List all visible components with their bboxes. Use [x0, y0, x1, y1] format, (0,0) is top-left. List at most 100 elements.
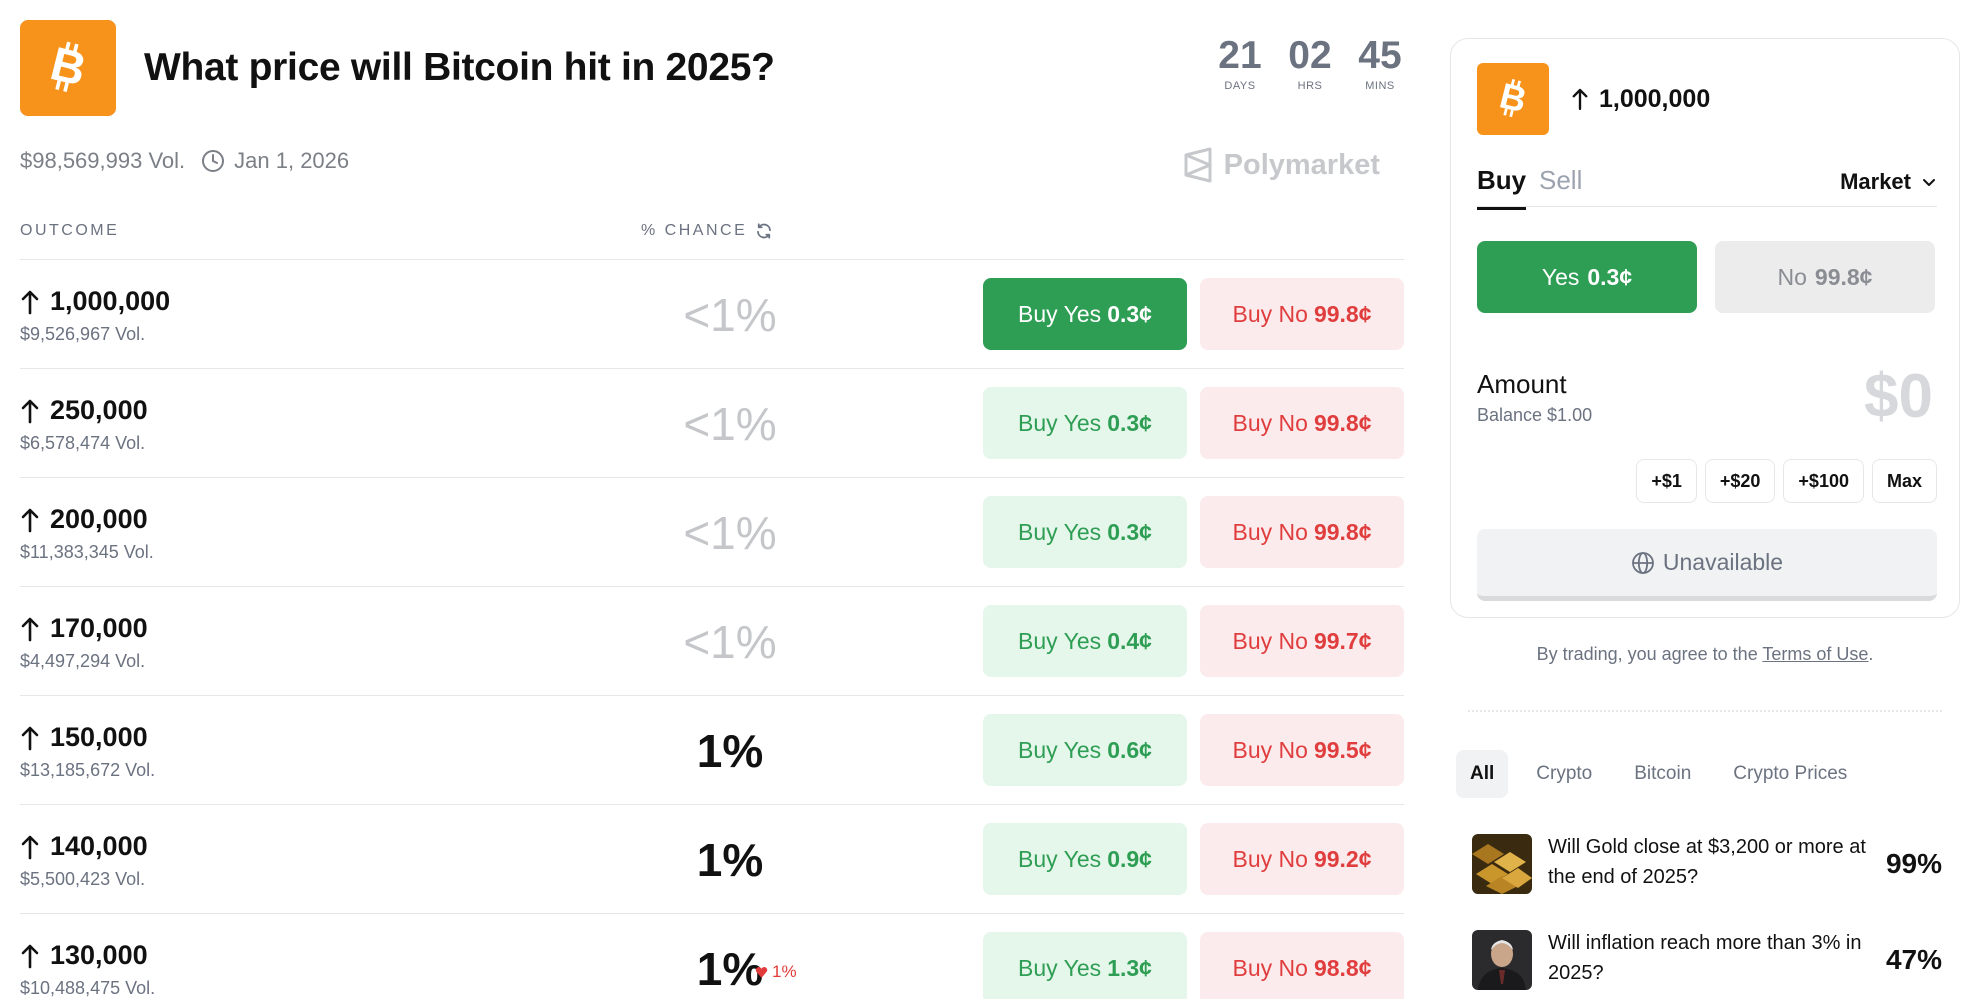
outcome-volume: $9,526,967 Vol. [20, 324, 146, 344]
buy-yes-price: 0.3¢ [1107, 518, 1152, 545]
outcome-chance: <1% [683, 398, 777, 450]
arrow-up-icon [21, 290, 39, 314]
outcome-volume: $10,488,475 Vol. [20, 978, 156, 998]
table-row[interactable]: 1,000,000 $9,526,967 Vol. <1% Buy Yes 0.3… [20, 259, 1404, 368]
table-row[interactable]: 130,000 $10,488,475 Vol. 1% 1% Buy Yes 1.… [20, 913, 1404, 999]
buy-no-price: 98.8¢ [1313, 954, 1372, 981]
terms-prefix: By trading, you agree to the [1536, 644, 1763, 664]
order-type-dropdown[interactable]: Market [1840, 169, 1937, 195]
buy-no-price: 99.8¢ [1313, 300, 1372, 327]
buy-no-button[interactable]: Buy No 99.8¢ [1200, 496, 1404, 568]
countdown-mins-label: MINS [1365, 80, 1395, 92]
outcome-name: 250,000 [20, 395, 148, 426]
buy-no-label: Buy No [1232, 736, 1308, 763]
buy-yes-label: Buy Yes [1018, 954, 1102, 981]
related-market-chance: 47% [1885, 944, 1942, 975]
countdown-days-label: DAYS [1224, 80, 1256, 92]
filter-crypto-prices[interactable]: Crypto Prices [1719, 750, 1861, 798]
buy-no-label: Buy No [1232, 300, 1308, 327]
tab-buy[interactable]: Buy [1477, 165, 1527, 210]
bitcoin-logo: B [20, 20, 116, 116]
tab-sell[interactable]: Sell [1539, 165, 1582, 196]
countdown-days: 21 DAYS [1216, 36, 1264, 93]
clock-icon [202, 150, 225, 172]
buy-yes-label: Buy Yes [1018, 300, 1102, 327]
add-20-button[interactable]: +$20 [1704, 459, 1776, 503]
table-row[interactable]: 140,000 $5,500,423 Vol. 1% Buy Yes 0.9¢ B… [20, 804, 1404, 913]
market-panel: B What price will Bitcoin hit in 2025? 2… [20, 0, 1404, 999]
buy-yes-button[interactable]: Buy Yes 1.3¢ [983, 932, 1187, 999]
terms-of-use-link[interactable]: Terms of Use [1762, 644, 1868, 664]
table-row[interactable]: 250,000 $6,578,474 Vol. <1% Buy Yes 0.3¢ … [20, 368, 1404, 477]
buy-yes-button[interactable]: Buy Yes 0.6¢ [983, 714, 1187, 786]
trade-card-header: B 1,000,000 [1477, 63, 1710, 135]
buy-yes-button[interactable]: Buy Yes 0.3¢ [983, 387, 1187, 459]
buy-yes-price: 0.6¢ [1107, 736, 1152, 763]
buy-no-button[interactable]: Buy No 99.7¢ [1200, 605, 1404, 677]
column-chance-label: % CHANCE [641, 222, 748, 239]
buy-yes-price: 0.4¢ [1107, 627, 1152, 654]
buy-no-label: Buy No [1232, 845, 1308, 872]
amount-input[interactable]: $0 [1864, 361, 1933, 432]
buy-no-button[interactable]: Buy No 99.8¢ [1200, 278, 1404, 350]
outcome-chance: <1% [683, 289, 777, 341]
outcome-chance: <1% [683, 616, 777, 668]
polymarket-brand[interactable]: Polymarket [1182, 147, 1380, 183]
buy-yes-price: 0.9¢ [1107, 845, 1152, 872]
countdown-mins-value: 45 [1358, 34, 1402, 77]
outcome-label: 140,000 [50, 831, 148, 861]
outcome-label: 130,000 [50, 940, 148, 970]
arrow-up-icon [21, 508, 39, 532]
refresh-icon[interactable] [755, 222, 773, 240]
market-end-date: Jan 1, 2026 [234, 148, 350, 173]
outcome-volume: $5,500,423 Vol. [20, 869, 146, 889]
terms-suffix: . [1868, 644, 1874, 664]
filter-crypto[interactable]: Crypto [1522, 750, 1606, 798]
buy-no-label: Buy No [1232, 627, 1308, 654]
outcome-label: 250,000 [50, 395, 148, 425]
buy-yes-button[interactable]: Buy Yes 0.3¢ [983, 496, 1187, 568]
add-100-button[interactable]: +$100 [1783, 459, 1864, 503]
no-toggle-price: 99.8¢ [1814, 263, 1873, 290]
buy-no-price: 99.7¢ [1313, 627, 1372, 654]
market-meta: $98,569,993 Vol. Jan 1, 2026 [20, 148, 349, 174]
unavailable-button[interactable]: Unavailable [1477, 529, 1937, 601]
terms-notice: By trading, you agree to the Terms of Us… [1450, 644, 1960, 665]
bitcoin-logo-small: B [1477, 63, 1549, 135]
buy-no-button[interactable]: Buy No 98.8¢ [1200, 932, 1404, 999]
trade-tabs: Buy Sell Market [1477, 159, 1937, 210]
related-market-title: Will inflation reach more than 3% in 202… [1548, 932, 1862, 984]
outcome-label: 150,000 [50, 722, 148, 752]
table-row[interactable]: 150,000 $13,185,672 Vol. 1% Buy Yes 0.6¢ … [20, 695, 1404, 804]
related-market-item[interactable]: Will inflation reach more than 3% in 202… [1472, 922, 1942, 994]
filter-all[interactable]: All [1456, 750, 1509, 798]
table-row[interactable]: 200,000 $11,383,345 Vol. <1% Buy Yes 0.3¢… [20, 477, 1404, 586]
countdown-mins: 45 MINS [1356, 34, 1404, 93]
table-row[interactable]: 170,000 $4,497,294 Vol. <1% Buy Yes 0.4¢ … [20, 586, 1404, 695]
no-toggle-button[interactable]: No 99.8¢ [1715, 241, 1935, 313]
add-1-button[interactable]: +$1 [1636, 459, 1697, 503]
max-button[interactable]: Max [1871, 459, 1937, 503]
trade-card: B 1,000,000 Buy Sell Market Yes 0.3¢ No 99… [1450, 38, 1960, 618]
buy-no-button[interactable]: Buy No 99.5¢ [1200, 714, 1404, 786]
buy-no-price: 99.8¢ [1313, 518, 1372, 545]
chance-change-value: 1% [772, 962, 797, 981]
related-market-item[interactable]: Will Gold close at $3,200 or more at the… [1472, 826, 1942, 898]
quick-amount-buttons: +$1 +$20 +$100 Max [1636, 459, 1937, 503]
buy-no-button[interactable]: Buy No 99.8¢ [1200, 387, 1404, 459]
buy-yes-button[interactable]: Buy Yes 0.9¢ [983, 823, 1187, 895]
buy-no-button[interactable]: Buy No 99.2¢ [1200, 823, 1404, 895]
filter-bitcoin[interactable]: Bitcoin [1620, 750, 1705, 798]
column-chance[interactable]: % CHANCE [641, 222, 773, 240]
buy-yes-button[interactable]: Buy Yes 0.4¢ [983, 605, 1187, 677]
yes-toggle-button[interactable]: Yes 0.3¢ [1477, 241, 1697, 313]
outcome-volume: $4,497,294 Vol. [20, 651, 146, 671]
buy-yes-label: Buy Yes [1018, 845, 1102, 872]
buy-no-price: 99.8¢ [1313, 409, 1372, 436]
countdown-hrs-label: HRS [1297, 80, 1323, 92]
market-header: B What price will Bitcoin hit in 2025? [20, 20, 775, 116]
yes-toggle-price: 0.3¢ [1587, 263, 1633, 290]
outcome-name: 200,000 [20, 504, 148, 535]
buy-yes-button[interactable]: Buy Yes 0.3¢ [983, 278, 1187, 350]
selected-outcome: 1,000,000 [1571, 85, 1710, 114]
